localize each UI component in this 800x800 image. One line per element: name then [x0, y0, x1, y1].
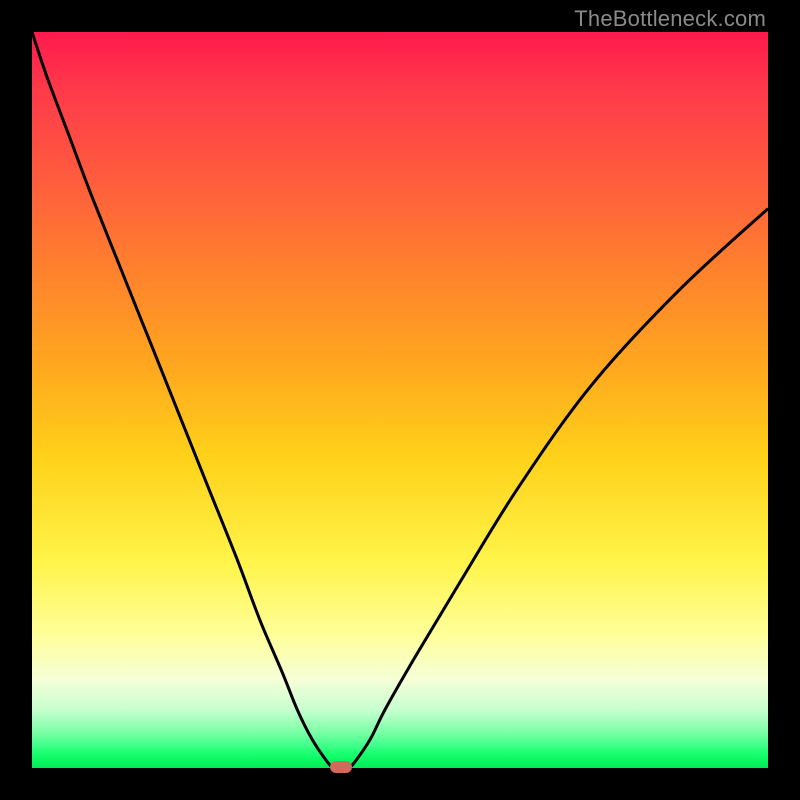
chart-frame: TheBottleneck.com: [0, 0, 800, 800]
watermark-text: TheBottleneck.com: [574, 6, 766, 32]
curve-path: [32, 32, 768, 768]
bottleneck-curve: [32, 32, 768, 768]
plot-area: [32, 32, 768, 768]
minimum-marker: [330, 761, 352, 773]
